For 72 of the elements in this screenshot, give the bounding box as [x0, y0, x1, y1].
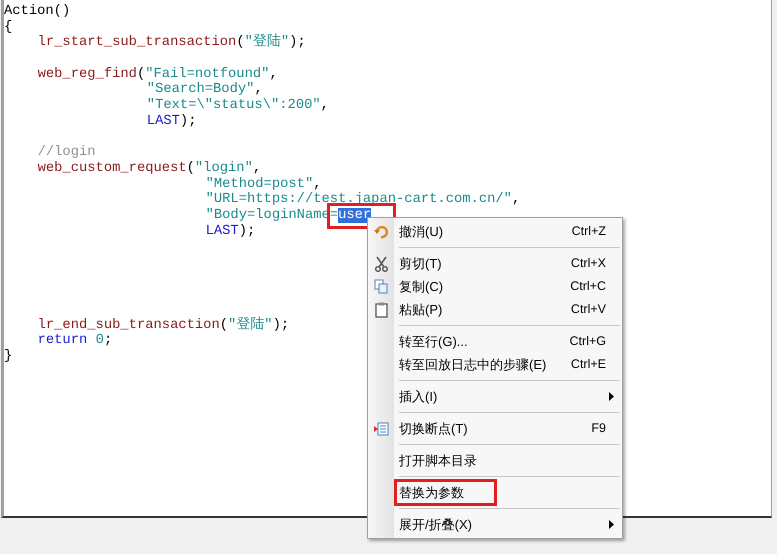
code-token: lr_start_sub_transaction — [38, 35, 236, 50]
menu-item-label: 转至行(G)... — [399, 332, 468, 351]
code-token: , — [313, 176, 322, 192]
menu-item[interactable]: 粘贴(P) Ctrl+V — [368, 298, 620, 321]
clipboard-icon — [374, 302, 388, 318]
code-token: lr_end_sub_transaction — [38, 318, 220, 333]
shortcut-label: Ctrl+Z — [572, 223, 606, 240]
copy-icon — [374, 279, 388, 294]
code-token: , — [269, 66, 278, 82]
code-token: ( — [186, 160, 195, 176]
menu-item-label: 切换断点(T) — [399, 420, 468, 438]
code-token: , — [512, 192, 520, 208]
undo-icon — [374, 224, 388, 238]
code-token: "login" — [194, 160, 253, 176]
menu-item[interactable]: 展开/折叠(X) — [368, 513, 620, 536]
submenu-arrow-icon — [609, 392, 614, 401]
menu-item[interactable]: 插入(I) — [368, 385, 620, 408]
menu-item[interactable]: 切换断点(T) F9 — [368, 417, 620, 440]
menu-item-label: 剪切(T) — [399, 254, 442, 273]
code-token: ); — [289, 35, 306, 50]
menu-item[interactable]: 撤消(U) Ctrl+Z — [368, 220, 620, 243]
menu-item-label: 撤消(U) — [399, 222, 444, 241]
menu-item[interactable]: 打开脚本目录 — [368, 449, 620, 472]
code-token: "Method=post" — [206, 176, 314, 192]
code-token: , — [320, 98, 329, 114]
shortcut-label: Ctrl+G — [570, 333, 606, 350]
code-token: "登陆" — [244, 35, 290, 50]
menu-item[interactable]: 复制(C) Ctrl+C — [368, 275, 620, 298]
submenu-arrow-icon — [609, 520, 614, 529]
shortcut-label: Ctrl+V — [570, 301, 606, 318]
menu-item[interactable]: 剪切(T) Ctrl+X — [368, 252, 620, 275]
shortcut-label: F9 — [591, 420, 606, 438]
code-token: ( — [136, 66, 146, 82]
menu-item-label: 打开脚本目录 — [399, 452, 477, 470]
menu-item[interactable]: 转至回放日志中的步骤(E) Ctrl+E — [368, 353, 620, 376]
shortcut-label: Ctrl+E — [570, 356, 606, 374]
code-token: ); — [272, 318, 290, 333]
menu-item-label: 粘贴(P) — [399, 300, 442, 319]
code-token: "URL=https://test.japan-cart.com.cn/" — [206, 192, 512, 208]
selected-code-text: user — [338, 208, 372, 223]
code-token: "Search=Body" — [146, 82, 254, 98]
code-token: Action() — [4, 4, 70, 19]
code-token: web_custom_request — [38, 160, 187, 176]
menu-item-label: 替换为参数 — [394, 478, 497, 506]
code-token: , — [254, 82, 263, 98]
code-token: "登陆" — [228, 318, 273, 333]
code-token: LAST — [206, 224, 239, 239]
shortcut-label: Ctrl+X — [570, 255, 606, 272]
code-comment: //login — [38, 145, 96, 160]
menu-item[interactable]: 转至行(G)... Ctrl+G — [368, 330, 620, 353]
code-token: ( — [220, 318, 228, 333]
code-token: } — [4, 349, 12, 364]
shortcut-label: Ctrl+C — [570, 278, 606, 296]
breakpoint-icon — [374, 422, 388, 436]
menu-item-label: 转至回放日志中的步骤(E) — [399, 356, 546, 374]
menu-item-label: 复制(C) — [399, 278, 444, 296]
scissors-icon — [374, 256, 388, 272]
menu-item-label: 插入(I) — [399, 388, 438, 406]
code-token: LAST — [146, 114, 180, 129]
code-token: ( — [236, 35, 245, 50]
code-token: web_reg_find — [38, 66, 137, 82]
code-token: , — [252, 160, 262, 176]
code-token: 0 — [96, 333, 104, 348]
menu-item-label: 展开/折叠(X) — [399, 516, 472, 534]
code-token: ; — [104, 333, 112, 348]
code-token: return — [38, 333, 88, 348]
code-token: { — [4, 20, 12, 35]
menu-item[interactable]: 替换为参数 — [368, 481, 620, 504]
code-token: "Text=\"status\":200" — [146, 98, 321, 114]
code-token: ); — [180, 114, 196, 129]
code-token: ); — [238, 224, 256, 239]
code-token: "Fail=notfound" — [145, 66, 270, 82]
